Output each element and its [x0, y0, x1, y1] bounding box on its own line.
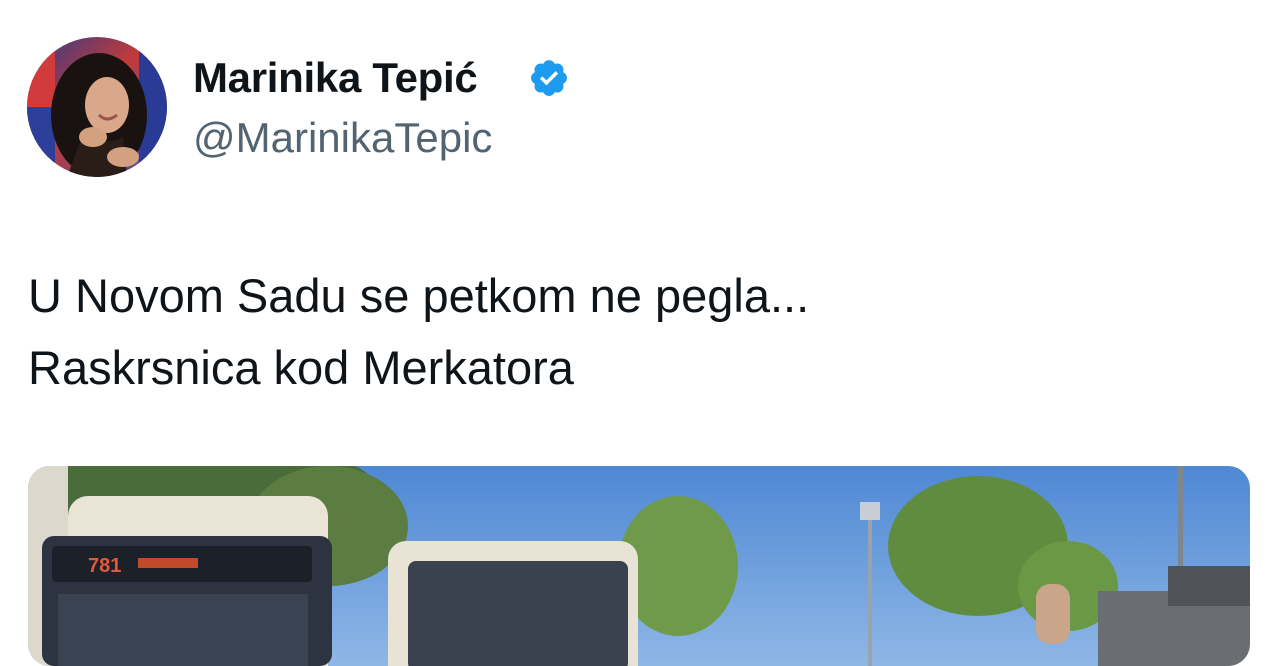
tweet-card[interactable]: Marinika Tepić @MarinikaTepic U Novom Sa…: [0, 0, 1276, 666]
tweet-text-line: Raskrsnica kod Merkatora: [28, 341, 574, 394]
bus-route-label: 781: [88, 555, 121, 577]
verified-badge-icon: [528, 57, 570, 99]
tweet-media-photo[interactable]: 781: [28, 466, 1250, 666]
tweet-text: U Novom Sadu se petkom ne pegla... Raskr…: [28, 260, 809, 404]
profile-photo-icon: [27, 37, 167, 177]
tweet-text-line: U Novom Sadu se petkom ne pegla...: [28, 269, 810, 322]
street-photo: 781: [28, 466, 1250, 666]
author-handle[interactable]: @MarinikaTepic: [193, 114, 492, 162]
author-name[interactable]: Marinika Tepić: [193, 54, 478, 102]
author-avatar[interactable]: [27, 37, 167, 177]
